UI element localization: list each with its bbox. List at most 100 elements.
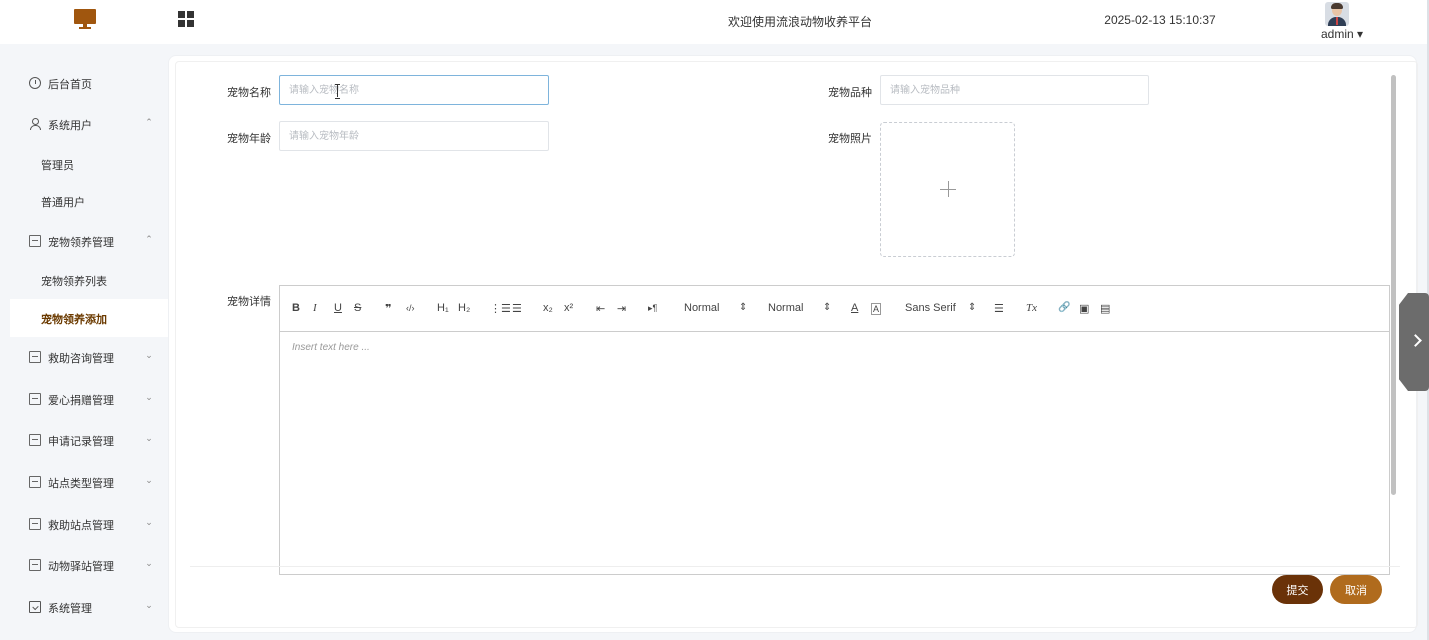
chevron-down-icon: ⌄ [145,392,153,402]
sidebar-item-label: 后台首页 [48,79,92,91]
sidebar-item-dashboard[interactable]: 后台首页 [0,64,168,102]
underline-button[interactable]: U [334,302,342,314]
bullet-list-button[interactable]: ☰ [512,302,522,315]
user-menu[interactable]: admin ▾ [1312,0,1372,44]
sidebar-subitem-normal-user[interactable]: 普通用户 [10,182,168,220]
pet-breed-label: 宠物品种 [828,87,872,99]
sidebar-subitem-label: 宠物领养列表 [41,276,107,288]
subscript-button[interactable]: x₂ [543,302,553,314]
drawer-toggle[interactable] [1399,293,1429,391]
pet-detail-label: 宠物详情 [227,296,271,308]
sidebar-item-rescue-sites[interactable]: 救助站点管理 ⌄ [0,505,168,543]
clock-icon [29,77,41,89]
superscript-button[interactable]: x² [564,302,573,314]
divider [190,566,1400,567]
sidebar-item-label: 救助站点管理 [48,520,114,532]
scrollbar-thumb[interactable] [1391,75,1396,495]
chevron-down-icon: ⌄ [145,558,153,568]
align-button[interactable]: ☰ [994,302,1004,315]
font-select[interactable]: Sans Serif [905,302,956,314]
header-select-arrow-icon[interactable]: ⇕ [823,302,831,313]
chevron-down-icon: ⌄ [145,517,153,527]
sidebar-item-donation[interactable]: 爱心捐赠管理 ⌄ [0,380,168,418]
ordered-list-button[interactable]: ⋮☰ [490,302,511,315]
box-icon [29,476,41,488]
indent-decrease-button[interactable]: ⇤ [596,302,605,315]
image-icon[interactable]: ▣ [1079,302,1089,315]
sidebar-item-site-types[interactable]: 站点类型管理 ⌄ [0,463,168,501]
sidebar-subitem-label: 普通用户 [41,197,85,209]
pet-name-label: 宠物名称 [227,87,271,99]
strike-button[interactable]: S [354,302,361,314]
editor-toolbar: B I U S ❞ ‹/› H₁ H₂ ⋮☰ ☰ x₂ x² ⇤ ⇥ ▸¶ No… [280,286,1389,332]
box-icon [29,518,41,530]
sidebar-item-label: 动物驿站管理 [48,561,114,573]
background-color-button[interactable]: A [871,303,882,315]
top-header: 欢迎使用流浪动物收养平台 2025-02-13 15:10:37 admin ▾ [0,0,1429,44]
box-icon [29,351,41,363]
sidebar-item-application-records[interactable]: 申请记录管理 ⌄ [0,421,168,459]
avatar[interactable] [1325,2,1349,26]
clean-format-button[interactable]: Tx [1026,302,1037,314]
font-select-arrow-icon[interactable]: ⇕ [968,302,976,313]
sidebar-item-system-settings[interactable]: 系统管理 ⌄ [0,588,168,626]
grid-icon[interactable] [178,11,194,27]
user-icon [29,118,41,130]
size-select[interactable]: Normal [684,302,719,314]
chevron-down-icon: ⌄ [145,350,153,360]
bold-button[interactable]: B [292,302,300,314]
pet-age-input[interactable] [279,121,549,151]
chevron-right-icon [1409,334,1422,347]
code-button[interactable]: ‹/› [406,303,415,313]
sidebar-subitem-pet-list[interactable]: 宠物领养列表 [10,261,168,299]
box-icon [29,559,41,571]
indent-increase-button[interactable]: ⇥ [617,302,626,315]
h2-button[interactable]: H₂ [458,302,470,314]
photo-upload[interactable] [880,122,1015,257]
sidebar-subitem-admin[interactable]: 管理员 [10,145,168,183]
link-icon[interactable]: 🔗 [1058,302,1070,313]
datetime: 2025-02-13 15:10:37 [1104,13,1216,27]
h1-button[interactable]: H₁ [437,302,449,314]
chevron-down-icon: ⌄ [145,600,153,610]
sidebar-item-label: 申请记录管理 [48,436,114,448]
blockquote-button[interactable]: ❞ [385,302,391,315]
pet-name-input[interactable] [279,75,549,105]
box-icon [29,235,41,247]
chevron-up-icon: ⌃ [145,117,153,127]
sidebar-item-label: 宠物领养管理 [48,237,114,249]
rich-text-editor: B I U S ❞ ‹/› H₁ H₂ ⋮☰ ☰ x₂ x² ⇤ ⇥ ▸¶ No… [279,285,1390,575]
user-name[interactable]: admin ▾ [1312,27,1372,41]
header-select[interactable]: Normal [768,302,803,314]
chevron-down-icon: ⌄ [145,475,153,485]
sidebar-item-animal-stations[interactable]: 动物驿站管理 ⌄ [0,546,168,584]
text-color-button[interactable]: A [851,302,858,314]
box-icon [29,434,41,446]
sidebar-subitem-label: 管理员 [41,160,74,172]
video-icon[interactable]: ▤ [1100,302,1110,315]
size-select-arrow-icon[interactable]: ⇕ [739,302,747,313]
folder-icon [29,601,41,613]
cancel-button[interactable]: 取消 [1330,575,1382,604]
pet-photo-label: 宠物照片 [828,133,872,145]
submit-button[interactable]: 提交 [1272,575,1323,604]
sidebar-item-system-users[interactable]: 系统用户 ⌃ [0,105,168,143]
sidebar-item-rescue-consult[interactable]: 救助咨询管理 ⌄ [0,338,168,376]
sidebar-item-label: 救助咨询管理 [48,353,114,365]
box-icon [29,393,41,405]
monitor-icon[interactable] [74,9,96,31]
chevron-down-icon: ⌄ [145,433,153,443]
sidebar-item-label: 站点类型管理 [48,478,114,490]
sidebar-item-pet-adoption[interactable]: 宠物领养管理 ⌃ [0,222,168,260]
sidebar-item-label: 系统管理 [48,603,92,615]
italic-button[interactable]: I [313,302,317,314]
site-title: 欢迎使用流浪动物收养平台 [727,15,872,29]
sidebar-subitem-label: 宠物领养添加 [41,314,107,326]
pet-breed-input[interactable] [880,75,1149,105]
text-direction-button[interactable]: ▸¶ [648,303,657,314]
chevron-up-icon: ⌃ [145,234,153,244]
sidebar-subitem-pet-add[interactable]: 宠物领养添加 [10,299,168,337]
editor-content-area[interactable]: Insert text here ... [292,342,370,353]
sidebar-item-label: 爱心捐赠管理 [48,395,114,407]
pet-age-label: 宠物年龄 [227,133,271,145]
